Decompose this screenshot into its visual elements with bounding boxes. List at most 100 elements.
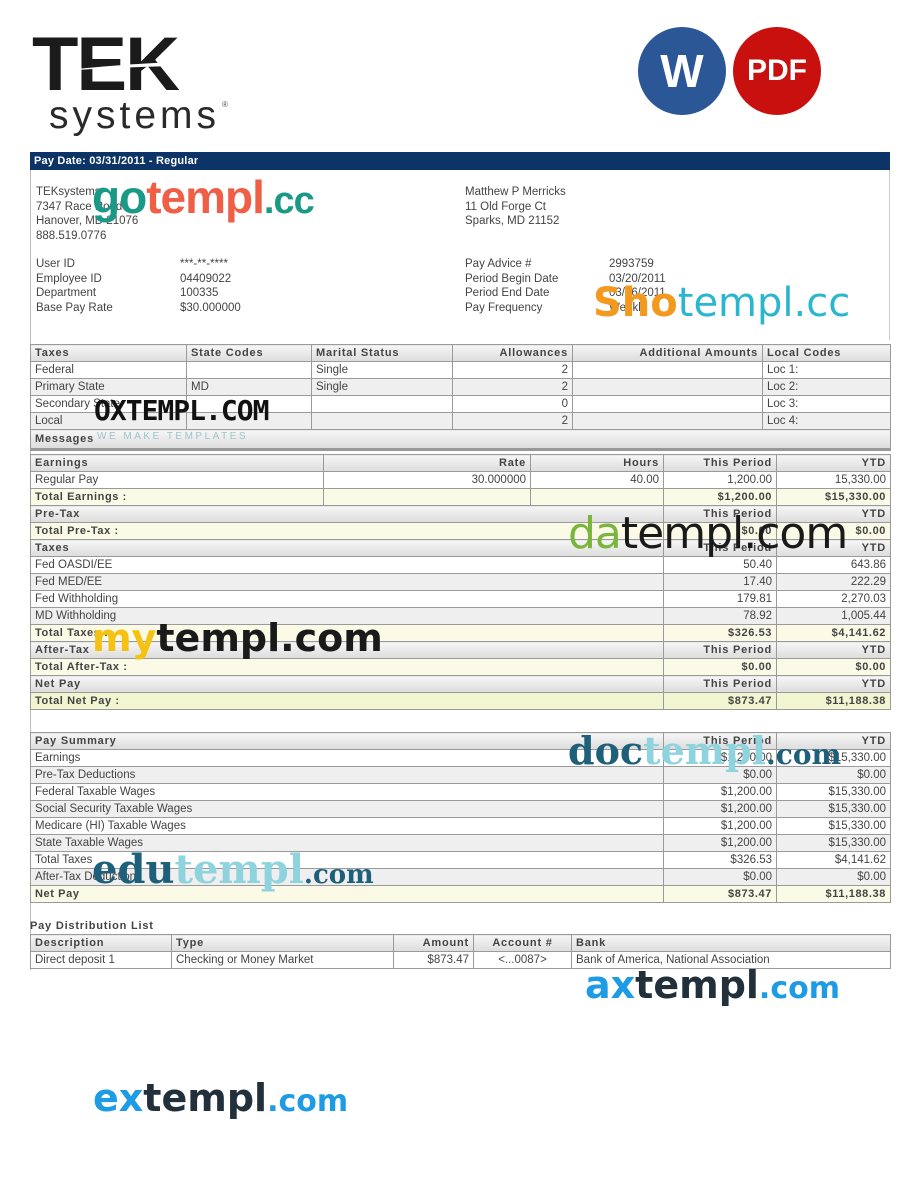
col-additional-amounts: Additional Amounts — [572, 344, 763, 362]
cell: $15,330.00 — [776, 834, 891, 852]
cell: $1,200.00 — [663, 800, 777, 818]
total-netpay-label: Total Net Pay : — [29, 692, 665, 710]
cell: 1,200.00 — [663, 471, 778, 489]
cell: Earnings — [30, 749, 664, 767]
cell: Bank of America, National Association — [571, 951, 891, 969]
cell — [572, 395, 763, 413]
pay-advice-label: Pay Advice # — [465, 258, 532, 270]
total-earnings-this-period: $1,200.00 — [663, 488, 778, 506]
total-aftertax-row: Total After-Tax : $0.00 $0.00 — [29, 658, 892, 676]
col-rate: Rate — [322, 454, 532, 472]
pay-frequency-label: Pay Frequency — [465, 301, 543, 314]
watermark-part: templ — [146, 171, 265, 223]
netpay-label: Net Pay — [29, 675, 665, 693]
earnings-label: Earnings — [30, 454, 324, 472]
total-pretax-label: Total Pre-Tax : — [29, 522, 665, 540]
total-aftertax-this-period: $0.00 — [663, 658, 778, 676]
col-marital-status: Marital Status — [311, 344, 453, 362]
cell: Loc 1: — [762, 361, 891, 379]
total-taxes-row: Total Taxes : $326.53 $4,141.62 — [29, 624, 892, 642]
cell: Loc 4: — [762, 412, 891, 430]
cell: Fed OASDI/EE — [29, 556, 665, 574]
aftertax-header: After-Tax This Period YTD — [29, 641, 892, 659]
total-pretax-this-period: $0.00 — [663, 522, 778, 540]
col-local-codes: Local Codes — [762, 344, 891, 362]
cell: 2,270.03 — [776, 590, 892, 608]
cell: 0 — [452, 395, 573, 413]
cell: 50.40 — [663, 556, 778, 574]
cell: $0.00 — [776, 868, 891, 886]
employee-info-values: ***-**-**** 04409022 100335 $30.000000 — [180, 257, 241, 315]
table-row: Federal Taxable Wages $1,200.00 $15,330.00 — [30, 783, 891, 801]
table-row: Fed Withholding 179.81 2,270.03 — [29, 590, 892, 608]
total-earnings-label: Total Earnings : — [30, 488, 324, 506]
cell: Loc 2: — [762, 378, 891, 396]
cell: Social Security Taxable Wages — [30, 800, 664, 818]
cell — [186, 395, 312, 413]
user-id-label: User ID — [36, 258, 75, 270]
cell: Fed Withholding — [29, 590, 665, 608]
cell: $0.00 — [663, 766, 777, 784]
logo-swoosh-icon — [76, 62, 176, 70]
cell: 1,005.44 — [776, 607, 892, 625]
summary-netpay-row: Net Pay $873.47 $11,188.38 — [30, 885, 891, 903]
cell: Total Taxes — [30, 851, 664, 869]
employee-address: Matthew P Merricks 11 Old Forge Ct Spark… — [465, 185, 566, 229]
cell: After-Tax Deductions — [30, 868, 664, 886]
cell — [572, 361, 763, 379]
cell: MD Withholding — [29, 607, 665, 625]
total-taxes-this-period: $326.53 — [663, 624, 778, 642]
cell — [186, 412, 312, 430]
cell: MD — [186, 378, 312, 396]
employee-street: 11 Old Forge Ct — [465, 200, 546, 213]
cell — [186, 361, 312, 379]
period-begin-label: Period Begin Date — [465, 272, 559, 285]
period-end-value: 03/26/2011 — [609, 287, 666, 299]
col-ytd: YTD — [776, 505, 892, 523]
cell: Direct deposit 1 — [30, 951, 172, 969]
cell: $15,330.00 — [776, 817, 891, 835]
total-pretax-row: Total Pre-Tax : $0.00 $0.00 — [29, 522, 892, 540]
cell: Single — [311, 378, 453, 396]
taxes-label: Taxes — [29, 539, 665, 557]
word-badge-label: W — [660, 45, 704, 97]
cell: $0.00 — [776, 766, 891, 784]
cell: 643.86 — [776, 556, 892, 574]
employer-phone: 888.519.0776 — [36, 229, 107, 242]
cell: $1,200.00 — [663, 834, 777, 852]
cell: Local — [30, 412, 187, 430]
cell: $15,330.00 — [776, 783, 891, 801]
cell: 2 — [452, 378, 573, 396]
col-account-number: Account # — [473, 934, 572, 952]
employer-name: TEKsystems — [36, 186, 101, 198]
cell: 17.40 — [663, 573, 778, 591]
col-this-period: This Period — [663, 454, 778, 472]
col-amount: Amount — [393, 934, 474, 952]
pdf-download-icon[interactable]: PDF — [733, 27, 821, 115]
cell: Single — [311, 361, 453, 379]
pay-info-values: 2993759 03/20/2011 03/26/2011 Weekly — [609, 257, 666, 315]
watermark-part: .cc — [263, 180, 315, 222]
pay-frequency-value: Weekly — [609, 301, 647, 314]
cell: $0.00 — [663, 868, 777, 886]
cell: $873.47 — [393, 951, 474, 969]
col-ytd: YTD — [776, 454, 892, 472]
table-row: Fed OASDI/EE 50.40 643.86 — [29, 556, 892, 574]
employee-city: Sparks, MD 21152 — [465, 215, 560, 227]
cell: 179.81 — [663, 590, 778, 608]
employer-street: 7347 Race Road — [36, 200, 123, 213]
cell — [311, 412, 453, 430]
col-this-period: This Period — [663, 732, 777, 750]
watermark-axtempl: axtempl.com — [585, 963, 840, 1007]
period-end-label: Period End Date — [465, 287, 550, 299]
table-row: Fed MED/EE 17.40 222.29 — [29, 573, 892, 591]
period-begin-value: 03/20/2011 — [609, 272, 666, 285]
word-download-icon[interactable]: W — [638, 27, 726, 115]
cell: $15,330.00 — [776, 800, 891, 818]
tek-systems-logo: TEK systems ® — [32, 27, 242, 140]
table-row: After-Tax Deductions $0.00 $0.00 — [30, 868, 891, 886]
pdf-badge-label: PDF — [747, 54, 807, 87]
cell: Secondary State — [30, 395, 187, 413]
col-this-period: This Period — [663, 505, 778, 523]
pay-summary-label: Pay Summary — [30, 732, 664, 750]
